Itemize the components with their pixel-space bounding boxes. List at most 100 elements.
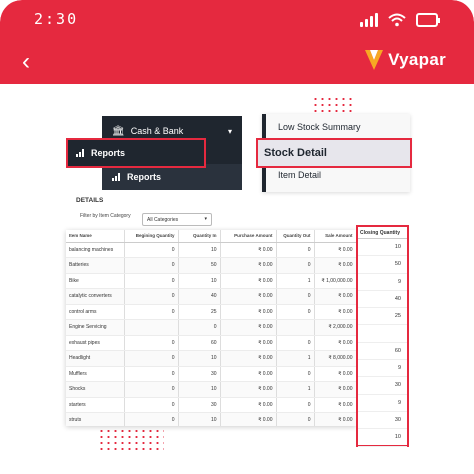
table-cell: control arms — [66, 304, 125, 320]
app-bar: ‹ Vyapar — [0, 40, 474, 84]
status-time: 2:30 — [34, 10, 79, 28]
menu-item-low-stock-summary[interactable]: Low Stock Summary — [278, 122, 361, 132]
bar-chart-icon — [76, 149, 84, 157]
table-cell: ₹ 0.00 — [220, 366, 277, 382]
table-cell — [124, 319, 179, 336]
table-cell: 30 — [178, 397, 221, 413]
column-header-purchase-amount[interactable]: Purchase Amount — [220, 230, 277, 243]
sidebar-item-label: Cash & Bank — [130, 126, 184, 136]
table-cell: 1 — [276, 350, 315, 367]
column-header-sale-amount[interactable]: Sale Amount — [314, 230, 356, 243]
closing-quantity-cell: 60 — [358, 343, 407, 361]
table-cell: struts — [66, 412, 125, 426]
table-cell: 10 — [178, 273, 221, 289]
table-row[interactable]: control arms 0 25 ₹ 0.00 0 ₹ 0.00 — [66, 304, 356, 320]
table-row[interactable]: balancing machines 0 10 ₹ 0.00 0 ₹ 0.00 — [66, 242, 356, 258]
column-header-quantity-out[interactable]: Quantity Out — [276, 230, 315, 243]
column-header-quantity-in[interactable]: Quantity In — [178, 230, 221, 243]
filter-label: Filter by Item Category — [80, 213, 131, 219]
table-cell: 0 — [124, 412, 179, 426]
table-cell: 30 — [178, 366, 221, 382]
table-cell: ₹ 0.00 — [220, 335, 277, 351]
table-cell: ₹ 0.00 — [220, 304, 277, 320]
closing-quantity-cell: 30 — [358, 412, 407, 430]
table-cell: ₹ 0.00 — [220, 288, 277, 305]
table-row[interactable]: Mufflers 0 30 ₹ 0.00 0 ₹ 0.00 — [66, 366, 356, 382]
details-title: DETAILS — [76, 197, 104, 204]
column-header-beginning-quantity[interactable]: Begining Quantity — [124, 230, 179, 243]
chevron-down-icon: ▾ — [227, 126, 232, 136]
table-cell: ₹ 0.00 — [314, 242, 356, 258]
menu-item-stock-detail[interactable]: Stock Detail — [256, 138, 412, 168]
table-cell: 0 — [124, 304, 179, 320]
bank-icon: 🏛 — [112, 125, 125, 137]
table-row[interactable]: Shocks 0 10 ₹ 0.00 1 ₹ 0.00 — [66, 381, 356, 398]
table-row[interactable]: exhaust pipes 0 60 ₹ 0.00 0 ₹ 0.00 — [66, 335, 356, 351]
reports-highlight[interactable]: Reports — [66, 138, 206, 168]
table-cell: ₹ 0.00 — [314, 257, 356, 274]
table-cell: balancing machines — [66, 242, 125, 258]
wifi-icon — [388, 13, 406, 27]
table-cell: 0 — [124, 288, 179, 305]
table-row[interactable]: Headlight 0 10 ₹ 0.00 1 ₹ 8,000.00 — [66, 350, 356, 367]
reports-highlight-label: Reports — [91, 148, 126, 158]
table-cell: ₹ 1,00,000.00 — [314, 273, 356, 289]
table-cell: ₹ 2,000.00 — [314, 319, 356, 336]
table-cell: 25 — [178, 304, 221, 320]
column-header-closing-quantity[interactable]: Closing Quantity — [358, 227, 407, 239]
table-cell: 0 — [276, 335, 315, 351]
vyapar-logo-icon — [365, 50, 384, 70]
closing-quantity-cell: 50 — [358, 256, 407, 274]
closing-quantity-cell — [358, 325, 407, 343]
table-cell: Batteries — [66, 257, 125, 274]
closing-quantity-cell: 9 — [358, 360, 407, 378]
table-cell: 0 — [276, 257, 315, 274]
bar-chart-icon — [112, 173, 120, 181]
table-cell: ₹ 0.00 — [220, 319, 277, 336]
table-cell: 0 — [276, 412, 315, 426]
table-cell: 40 — [178, 288, 221, 305]
table-cell: ₹ 0.00 — [314, 366, 356, 382]
table-cell: 50 — [178, 257, 221, 274]
back-button[interactable]: ‹ — [22, 48, 30, 76]
table-cell: ₹ 0.00 — [314, 412, 356, 426]
system-icons — [360, 11, 440, 27]
menu-item-item-detail[interactable]: Item Detail — [278, 170, 321, 180]
table-row[interactable]: Batteries 0 50 ₹ 0.00 0 ₹ 0.00 — [66, 257, 356, 274]
table-cell: ₹ 0.00 — [220, 273, 277, 289]
stock-table: Item Name Begining Quantity Quantity In … — [66, 230, 356, 426]
brand-name: Vyapar — [388, 50, 446, 69]
table-cell: starters — [66, 397, 125, 413]
brand-logo: Vyapar — [364, 48, 446, 72]
table-cell: 0 — [276, 397, 315, 413]
table-cell: 0 — [124, 397, 179, 413]
closing-quantity-cell: 30 — [358, 377, 407, 395]
table-header-row: Item Name Begining Quantity Quantity In … — [66, 230, 356, 243]
table-cell: 1 — [276, 273, 315, 289]
table-row[interactable]: Engine Servicing 0 ₹ 0.00 ₹ 2,000.00 — [66, 319, 356, 336]
table-cell: 0 — [124, 242, 179, 258]
table-cell: 0 — [124, 257, 179, 274]
table-cell: 10 — [178, 242, 221, 258]
table-cell: ₹ 0.00 — [314, 397, 356, 413]
table-cell: 0 — [124, 335, 179, 351]
category-filter-select[interactable]: All Categories ▾ — [142, 213, 212, 226]
closing-quantity-cell: 25 — [358, 308, 407, 326]
table-cell: 10 — [178, 350, 221, 367]
table-row[interactable]: Bike 0 10 ₹ 0.00 1 ₹ 1,00,000.00 — [66, 273, 356, 289]
category-filter-value: All Categories — [147, 217, 179, 223]
table-row[interactable]: starters 0 30 ₹ 0.00 0 ₹ 0.00 — [66, 397, 356, 413]
table-cell: 10 — [178, 381, 221, 398]
status-bar: 2:30 — [0, 0, 474, 40]
chevron-down-icon: ▾ — [204, 216, 207, 222]
table-cell: 0 — [276, 304, 315, 320]
table-cell: 10 — [178, 412, 221, 426]
closing-quantity-cell: 40 — [358, 291, 407, 309]
table-row[interactable]: struts 0 10 ₹ 0.00 0 ₹ 0.00 — [66, 412, 356, 426]
table-cell: 0 — [276, 366, 315, 382]
column-header-item-name[interactable]: Item Name — [66, 230, 125, 243]
table-row[interactable]: catalytic converters 0 40 ₹ 0.00 0 ₹ 0.00 — [66, 288, 356, 305]
table-cell: ₹ 0.00 — [314, 335, 356, 351]
battery-icon — [416, 13, 440, 27]
table-cell: 0 — [124, 381, 179, 398]
